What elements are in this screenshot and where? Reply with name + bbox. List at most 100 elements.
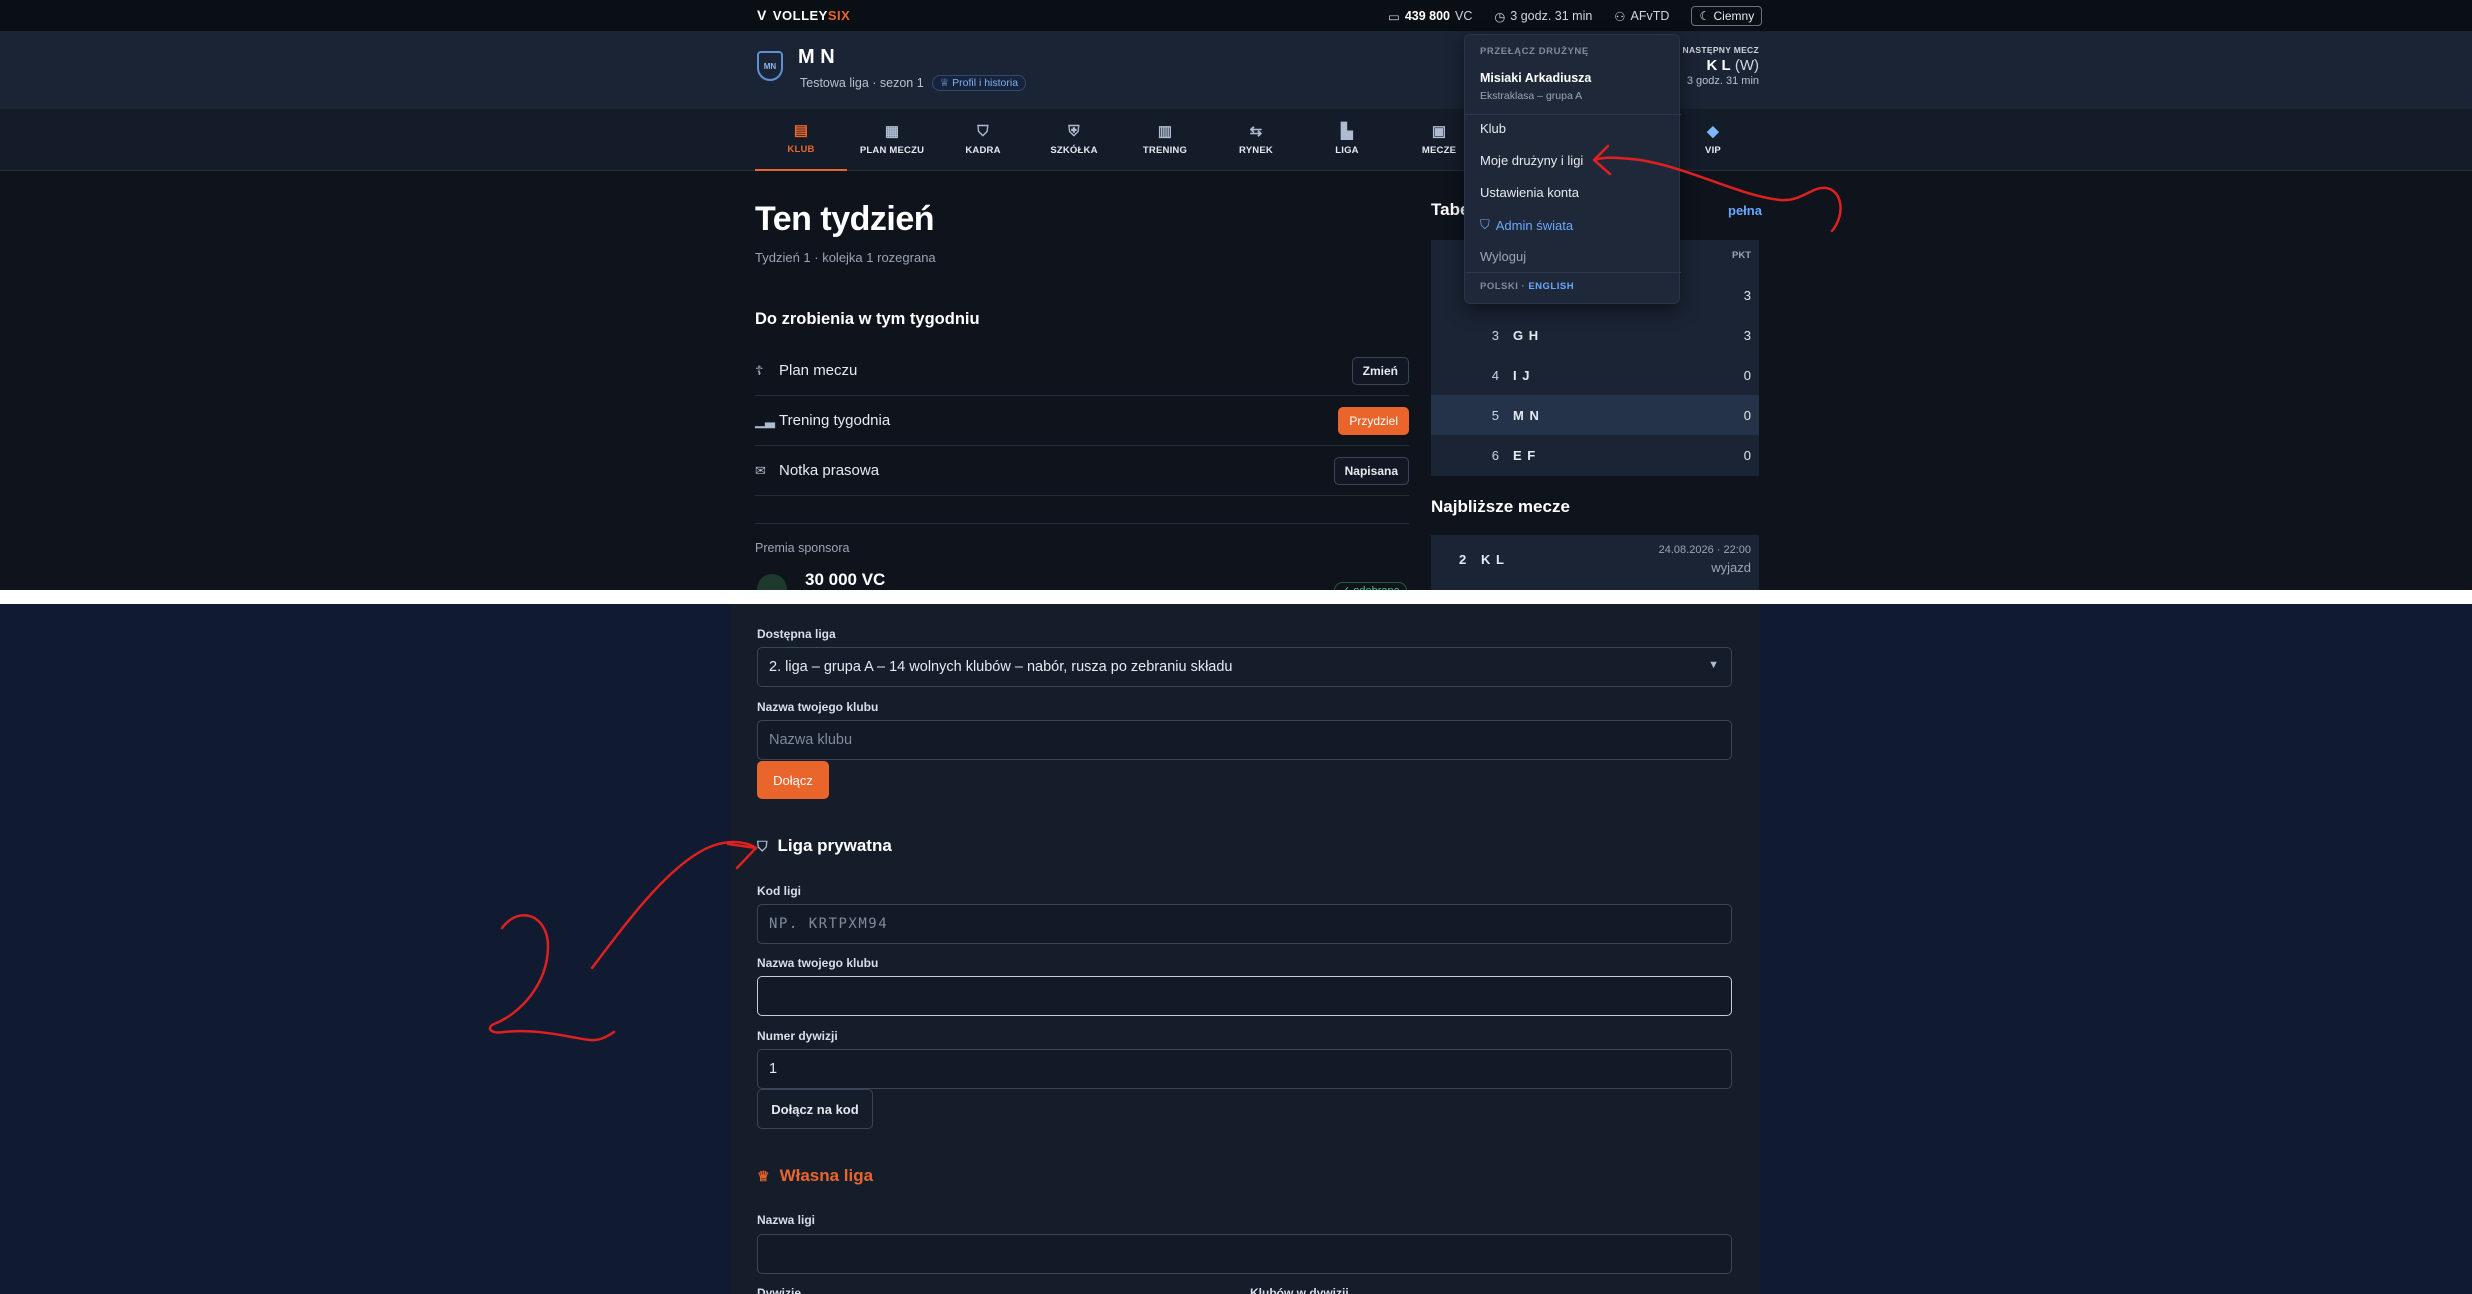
row-points: 3 [1743, 287, 1751, 303]
shirt-icon: ⛉ [977, 123, 989, 140]
logo-icon: V [757, 7, 767, 23]
lang-english[interactable]: ENGLISH [1528, 281, 1574, 292]
menu-item-my-teams[interactable]: Moje drużyny i ligi [1480, 153, 1583, 168]
league-select-label: Dostępna liga [757, 627, 836, 641]
tactics-icon: ▦ [884, 123, 900, 140]
calendar-icon: ▣ [1431, 123, 1447, 140]
nav-tab-liga[interactable]: ▙ LIGA [1301, 109, 1393, 171]
menu-item-klub[interactable]: Klub [1480, 121, 1506, 136]
diamond-icon: ◆ [1707, 123, 1719, 140]
shield-icon: ⛉ [757, 837, 768, 854]
next-match-team: K L [1706, 57, 1731, 74]
match-datetime: 24.08.2026 · 22:00 [1658, 544, 1751, 556]
page-subtitle: Tydzień 1 · kolejka 1 rozegrana [755, 250, 936, 265]
nav-tab-klub[interactable]: ▤ KLUB [755, 109, 847, 171]
menu-item-label: Klub [1480, 121, 1507, 136]
nav-label: KADRA [965, 145, 1001, 156]
switch-team-header: PRZEŁĄCZ DRUŻYNĘ [1480, 46, 1589, 57]
league-select[interactable]: 2. liga – grupa A – 14 wolnych klubów – … [757, 647, 1732, 687]
divider [755, 523, 1409, 524]
nav-tab-trening[interactable]: ▥ TRENING [1119, 109, 1211, 171]
sponsor-status-badge: ✓ odebrana [1334, 582, 1407, 590]
todo-row-press: ✉ Notka prasowa Napisana [755, 446, 1409, 496]
team-crest: MN [757, 51, 783, 81]
nav-tab-plan-meczu[interactable]: ▦ PLAN MECZU [846, 109, 938, 171]
todo-label: Plan meczu [779, 362, 858, 379]
logo-text: VOLLEY [772, 7, 828, 23]
next-match-team-row: K L (W) [1683, 57, 1760, 74]
coins-unit: VC [1455, 9, 1473, 23]
menu-item-settings[interactable]: Ustawienia konta [1480, 185, 1579, 200]
wallet-icon: ▭ [1388, 9, 1400, 24]
top-screenshot: V VOLLEYSIX ▭ 439 800 VC ◷ 3 godz. 31 mi… [0, 0, 2472, 590]
nav-tab-szkolka[interactable]: ⛨ SZKÓŁKA [1028, 109, 1120, 171]
join-button[interactable]: Dołącz [757, 761, 829, 799]
divider [1465, 272, 1681, 273]
crest-initials: MN [763, 61, 777, 71]
assign-training-button[interactable]: Przydziel [1338, 406, 1409, 435]
row-team: I J [1513, 367, 1531, 383]
table-row[interactable]: 6 E F 0 [1431, 435, 1759, 475]
user-menu-trigger[interactable]: ⚇ AFvTD [1614, 9, 1669, 24]
full-standings-link[interactable]: pełna [1728, 203, 1762, 218]
next-match-venue: (W) [1734, 57, 1759, 74]
menu-item-admin[interactable]: ⛉ Admin świata [1480, 217, 1573, 233]
nav-tab-rynek[interactable]: ⇆ RYNEK [1210, 109, 1302, 171]
history-pill-label: Profil i historia [952, 77, 1019, 89]
history-pill[interactable]: ♕ Profil i historia [931, 75, 1027, 91]
table-row[interactable]: 4 I J 0 [1431, 355, 1759, 395]
league-icon: ▙ [1341, 123, 1353, 140]
clubs-per-division-label: Klubów w dywizji [1250, 1286, 1349, 1294]
match-round: 2 [1459, 552, 1467, 567]
row-points: 0 [1743, 367, 1751, 383]
row-points: 3 [1743, 327, 1751, 343]
division-number-input[interactable]: 1 [757, 1049, 1732, 1089]
username: AFvTD [1630, 9, 1670, 23]
private-league-title-row: ⛉ Liga prywatna [757, 836, 892, 856]
table-row-own-team[interactable]: 5 M N 0 [1431, 395, 1759, 435]
moon-icon: ☾ [1699, 9, 1711, 23]
league-code-input[interactable]: NP. KRTPXM94 [757, 904, 1732, 944]
nav-tab-kadra[interactable]: ⛉ KADRA [937, 109, 1029, 171]
market-icon: ⇆ [1249, 123, 1263, 140]
menu-item-label: Admin świata [1495, 217, 1574, 233]
nav-tab-vip[interactable]: ◆ VIP [1667, 109, 1759, 171]
team-subtitle: Testowa liga · sezon 1 [800, 76, 924, 90]
nav-label: MECZE [1421, 145, 1457, 156]
upcoming-match-card[interactable]: 2 K L 24.08.2026 · 22:00 wyjazd [1431, 535, 1759, 590]
theme-toggle-label: Ciemny [1713, 9, 1755, 23]
menu-item-logout[interactable]: Wyloguj [1480, 249, 1526, 264]
row-position: 4 [1491, 367, 1499, 383]
theme-toggle-button[interactable]: ☾ Ciemny [1691, 6, 1763, 26]
change-plan-button[interactable]: Zmień [1351, 356, 1409, 385]
private-club-name-input[interactable] [757, 976, 1732, 1016]
dropdown-team-name[interactable]: Misiaki Arkadiusza [1480, 71, 1591, 85]
club-name-input[interactable]: Nazwa klubu [757, 720, 1732, 760]
user-dropdown-menu: PRZEŁĄCZ DRUŻYNĘ Misiaki Arkadiusza Ekst… [1464, 34, 1681, 304]
lang-polish[interactable]: POLSKI [1480, 281, 1518, 292]
row-position: 5 [1491, 407, 1499, 423]
language-switcher: POLSKI · ENGLISH [1480, 281, 1574, 292]
coins-value: 439 800 [1404, 9, 1450, 23]
row-team: G H [1513, 327, 1540, 343]
coins-display: ▭ 439 800 VC [1388, 9, 1472, 24]
league-name-input[interactable] [757, 1234, 1732, 1274]
next-match-label: NASTĘPNY MECZ [1682, 45, 1759, 55]
league-code-label: Kod ligi [757, 884, 801, 898]
press-note-button[interactable]: Napisana [1333, 456, 1409, 485]
table-row[interactable]: 3 G H 3 [1431, 315, 1759, 355]
division-number-label: Numer dywizji [757, 1029, 838, 1043]
todo-row-training: ▁▃ Trening tygodnia Przydziel [755, 396, 1409, 446]
team-header: MN M N Testowa liga · sezon 1 ♕ Profil i… [0, 31, 2472, 109]
screenshot-divider [0, 590, 2472, 604]
logo[interactable]: V VOLLEYSIX [757, 7, 850, 23]
nav-label: PLAN MECZU [859, 145, 925, 156]
row-position: 6 [1491, 447, 1499, 463]
divisions-label: Dywizje [757, 1286, 802, 1294]
row-points: 0 [1743, 407, 1751, 423]
sponsor-icon [757, 574, 787, 590]
own-league-title-row: ♕ Własna liga [757, 1166, 873, 1186]
trophy-icon: ♕ [757, 1167, 770, 1184]
join-by-code-button[interactable]: Dołącz na kod [757, 1089, 873, 1129]
todo-row-plan: ☦ Plan meczu Zmień [755, 346, 1409, 396]
